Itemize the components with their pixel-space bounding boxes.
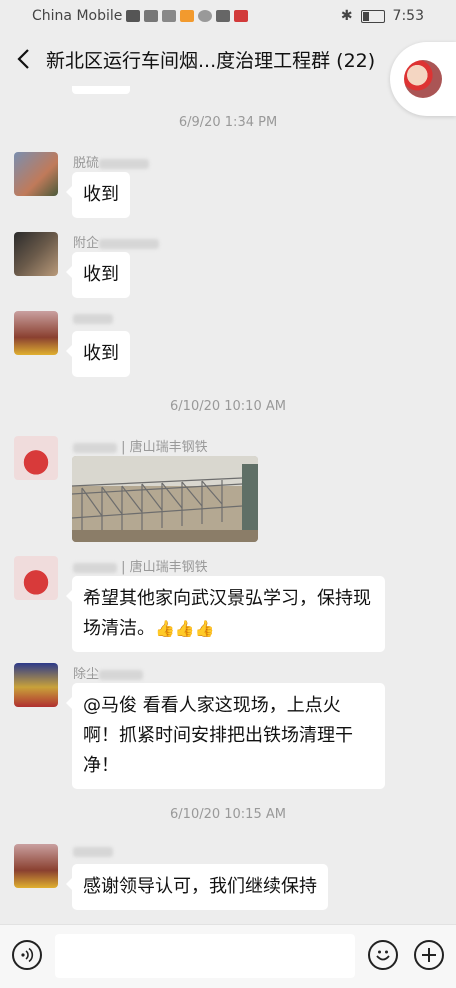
input-bar [0,924,456,988]
photo-icon [216,10,231,22]
chat-title: 新北区运行车间烟...度治理工程群 (22) [46,49,376,72]
message-bubble[interactable]: @马俊 看看人家这现场，上点火啊！抓紧时间安排把出铁场清理干净！ [66,683,385,789]
play-icon [180,10,195,22]
back-arrow-icon [17,49,29,69]
sender-name [73,311,113,326]
avatar[interactable] [14,152,58,196]
clock: 7:53 [392,8,424,24]
carrier-label: China Mobile [32,8,123,24]
book-icon [234,10,249,22]
avatar[interactable] [14,844,58,888]
back-button[interactable] [0,32,46,86]
avatar[interactable] [14,663,58,707]
message-input[interactable] [55,934,355,978]
message-bubble[interactable]: 希望其他家向武汉景弘学习，保持现场清洁。👍👍👍 [66,576,385,652]
message-icon [198,10,213,22]
message-bubble[interactable]: 感谢领导认可，我们继续保持 [66,864,328,910]
construction-site-photo[interactable] [72,456,258,542]
app-icon [162,10,177,22]
message-bubble[interactable]: 收到 [66,172,130,218]
floating-window-button[interactable] [390,42,456,116]
photo-image [72,456,258,542]
message-bubble[interactable]: 收到 [66,331,130,377]
emoji-icon [376,950,390,961]
plus-icon [422,948,436,962]
voice-button[interactable] [12,940,42,970]
avatar[interactable] [14,556,58,600]
thumbs-up-emoji: 👍👍👍 [155,619,215,638]
message-bubble[interactable]: 收到 [66,252,130,298]
sender-name: | 唐山瑞丰钢铁 [73,556,208,575]
sender-name: 脱硫 [73,152,150,171]
timestamp: 6/10/20 10:15 AM [170,807,286,822]
sender-name: 除尘 [73,663,144,682]
avatar[interactable] [14,436,58,480]
hd-icon [126,10,141,22]
avatar[interactable] [14,232,58,276]
more-button[interactable] [414,940,444,970]
voice-icon [21,947,34,963]
signal-icon [144,10,159,22]
previous-message-bubble [72,86,130,94]
emoji-button[interactable] [368,940,398,970]
bluetooth-icon: ✱ [340,8,353,24]
battery-icon [360,9,385,23]
sender-name [73,844,113,859]
status-bar: China Mobile ✱ 7:53 [0,0,456,32]
avatar[interactable] [14,311,58,355]
timestamp: 6/9/20 1:34 PM [178,115,278,130]
article-thumbnail-icon [404,60,442,98]
sender-name: 附企 [73,232,160,251]
sender-name: | 唐山瑞丰钢铁 [73,436,208,455]
timestamp: 6/10/20 10:10 AM [170,399,286,414]
chat-header: 新北区运行车间烟...度治理工程群 (22) [0,32,456,86]
